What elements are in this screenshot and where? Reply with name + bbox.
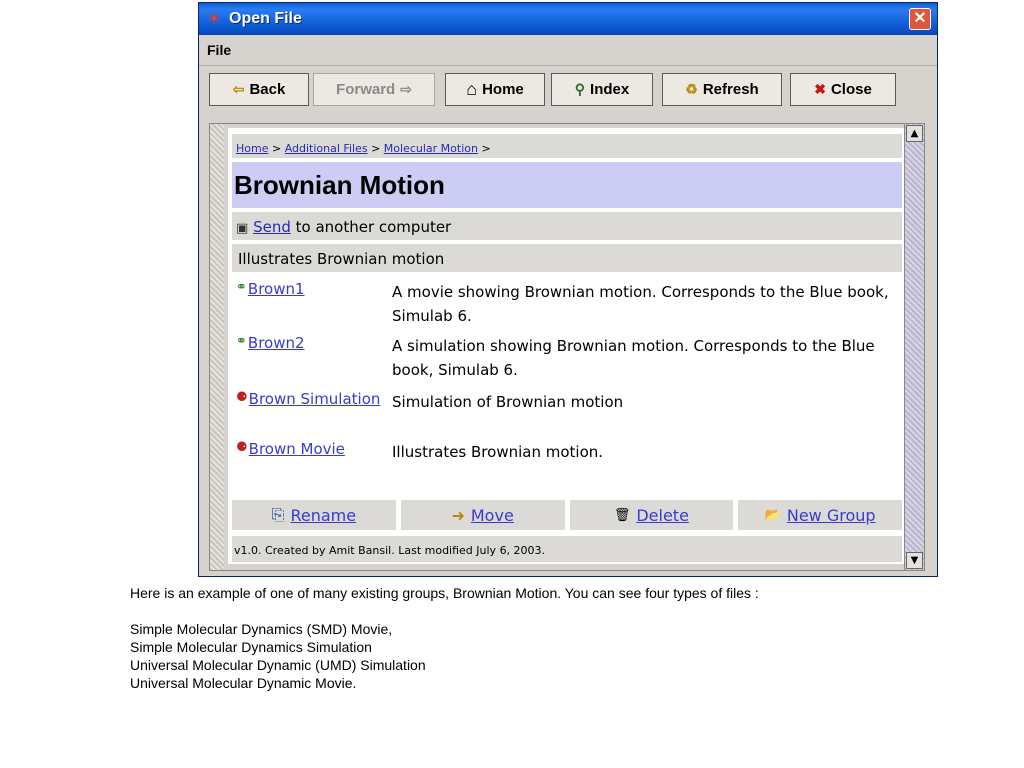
open-file-window: ☀ Open File ✕ File ⇦ Back Forward ⇨ ⌂ Ho… bbox=[198, 2, 938, 577]
caption-line-3: Universal Molecular Dynamic (UMD) Simula… bbox=[130, 657, 426, 673]
file-description: A movie showing Brownian motion. Corresp… bbox=[392, 283, 889, 325]
trash-icon: 🗑 bbox=[613, 507, 631, 523]
file-row-brown-movie: ⚈ Brown Movie Illustrates Brownian motio… bbox=[232, 440, 902, 470]
smd-molecule-icon: ⚭ bbox=[236, 280, 247, 295]
app-icon: ☀ bbox=[206, 9, 222, 28]
new-folder-icon: 📂 bbox=[764, 507, 781, 523]
forward-button[interactable]: Forward ⇨ bbox=[313, 73, 435, 106]
move-action[interactable]: ➜ Move bbox=[400, 500, 565, 530]
page-title: Brownian Motion bbox=[232, 162, 902, 208]
window-close-button[interactable]: ✕ bbox=[909, 8, 931, 30]
new-group-link[interactable]: New Group bbox=[787, 506, 876, 525]
breadcrumb-home-link[interactable]: Home bbox=[236, 142, 268, 155]
forward-arrow-icon: ⇨ bbox=[400, 81, 412, 97]
rename-action[interactable]: ⎘ Rename bbox=[232, 500, 396, 530]
breadcrumb-separator: > bbox=[371, 142, 381, 155]
close-x-icon: ✖ bbox=[814, 81, 826, 97]
file-description: A simulation showing Brownian motion. Co… bbox=[392, 337, 875, 379]
breadcrumb-separator: > bbox=[481, 142, 491, 155]
home-button[interactable]: ⌂ Home bbox=[445, 73, 545, 106]
breadcrumb-separator: > bbox=[271, 142, 282, 155]
index-label: Index bbox=[590, 81, 630, 98]
move-link[interactable]: Move bbox=[471, 506, 514, 525]
content-frame: Home > Additional Files > Molecular Moti… bbox=[209, 123, 925, 571]
breadcrumb: Home > Additional Files > Molecular Moti… bbox=[232, 134, 902, 158]
file-description: Simulation of Brownian motion bbox=[392, 393, 624, 411]
page-footer: v1.0. Created by Amit Bansil. Last modif… bbox=[232, 536, 902, 562]
file-link-brown-movie[interactable]: Brown Movie bbox=[249, 440, 345, 458]
file-description: Illustrates Brownian motion. bbox=[392, 443, 604, 461]
action-bar: ⎘ Rename ➜ Move 🗑 Delete 📂 New Group bbox=[232, 500, 902, 530]
send-icon: ▣ bbox=[236, 221, 249, 236]
home-label: Home bbox=[482, 81, 524, 98]
file-link-brown2[interactable]: Brown2 bbox=[248, 334, 305, 352]
refresh-icon: ♻ bbox=[685, 81, 698, 97]
title-bar[interactable]: ☀ Open File ✕ bbox=[199, 3, 937, 35]
file-row-brown1: ⚭ Brown1 A movie showing Brownian motion… bbox=[232, 280, 902, 330]
content-page: Home > Additional Files > Molecular Moti… bbox=[228, 128, 906, 564]
resize-grip[interactable] bbox=[210, 124, 224, 570]
send-row: ▣ Send to another computer bbox=[232, 212, 902, 240]
group-description: Illustrates Brownian motion bbox=[232, 244, 902, 272]
menu-bar: File bbox=[199, 35, 937, 66]
scroll-up-arrow-icon[interactable]: ▲ bbox=[906, 125, 923, 142]
index-button[interactable]: ⚲ Index bbox=[551, 73, 653, 106]
close-button[interactable]: ✖ Close bbox=[790, 73, 896, 106]
move-icon: ➜ bbox=[451, 505, 465, 525]
index-icon: ⚲ bbox=[574, 81, 586, 97]
back-arrow-icon: ⇦ bbox=[232, 81, 245, 97]
caption-intro: Here is an example of one of many existi… bbox=[130, 585, 759, 601]
toolbar: ⇦ Back Forward ⇨ ⌂ Home ⚲ Index ♻ Refres… bbox=[199, 65, 937, 117]
new-group-action[interactable]: 📂 New Group bbox=[738, 500, 902, 530]
window-title: Open File bbox=[229, 10, 302, 27]
send-link[interactable]: Send bbox=[253, 218, 291, 236]
caption-line-4: Universal Molecular Dynamic Movie. bbox=[130, 675, 357, 691]
refresh-button[interactable]: ♻ Refresh bbox=[662, 73, 782, 106]
forward-label: Forward bbox=[336, 81, 396, 98]
back-label: Back bbox=[249, 81, 286, 98]
back-button[interactable]: ⇦ Back bbox=[209, 73, 309, 106]
refresh-label: Refresh bbox=[702, 81, 759, 98]
menu-file[interactable]: File bbox=[207, 42, 231, 58]
send-text: to another computer bbox=[290, 218, 452, 236]
caption-line-1: Simple Molecular Dynamics (SMD) Movie, bbox=[130, 621, 393, 637]
umd-molecule-icon: ⚈ bbox=[236, 390, 248, 405]
delete-action[interactable]: 🗑 Delete bbox=[569, 500, 734, 530]
delete-link[interactable]: Delete bbox=[636, 506, 689, 525]
rename-link[interactable]: Rename bbox=[290, 506, 356, 525]
close-label: Close bbox=[830, 81, 872, 98]
breadcrumb-additional-files-link[interactable]: Additional Files bbox=[285, 142, 368, 155]
rename-icon: ⎘ bbox=[271, 505, 285, 524]
breadcrumb-molecular-motion-link[interactable]: Molecular Motion bbox=[384, 142, 478, 155]
file-link-brown1[interactable]: Brown1 bbox=[248, 280, 305, 298]
file-row-brown2: ⚭ Brown2 A simulation showing Brownian m… bbox=[232, 334, 902, 384]
home-icon: ⌂ bbox=[466, 79, 478, 99]
vertical-scrollbar[interactable]: ▲ ▼ bbox=[904, 124, 924, 570]
caption-line-2: Simple Molecular Dynamics Simulation bbox=[130, 639, 372, 655]
smd-molecule-icon: ⚭ bbox=[236, 334, 247, 349]
umd-molecule-icon: ⚈ bbox=[236, 440, 248, 455]
scroll-down-arrow-icon[interactable]: ▼ bbox=[906, 552, 923, 569]
file-row-brown-simulation: ⚈ Brown Simulation Simulation of Brownia… bbox=[232, 390, 902, 420]
file-link-brown-simulation[interactable]: Brown Simulation bbox=[249, 390, 381, 408]
caption-text: Here is an example of one of many existi… bbox=[130, 584, 1010, 692]
